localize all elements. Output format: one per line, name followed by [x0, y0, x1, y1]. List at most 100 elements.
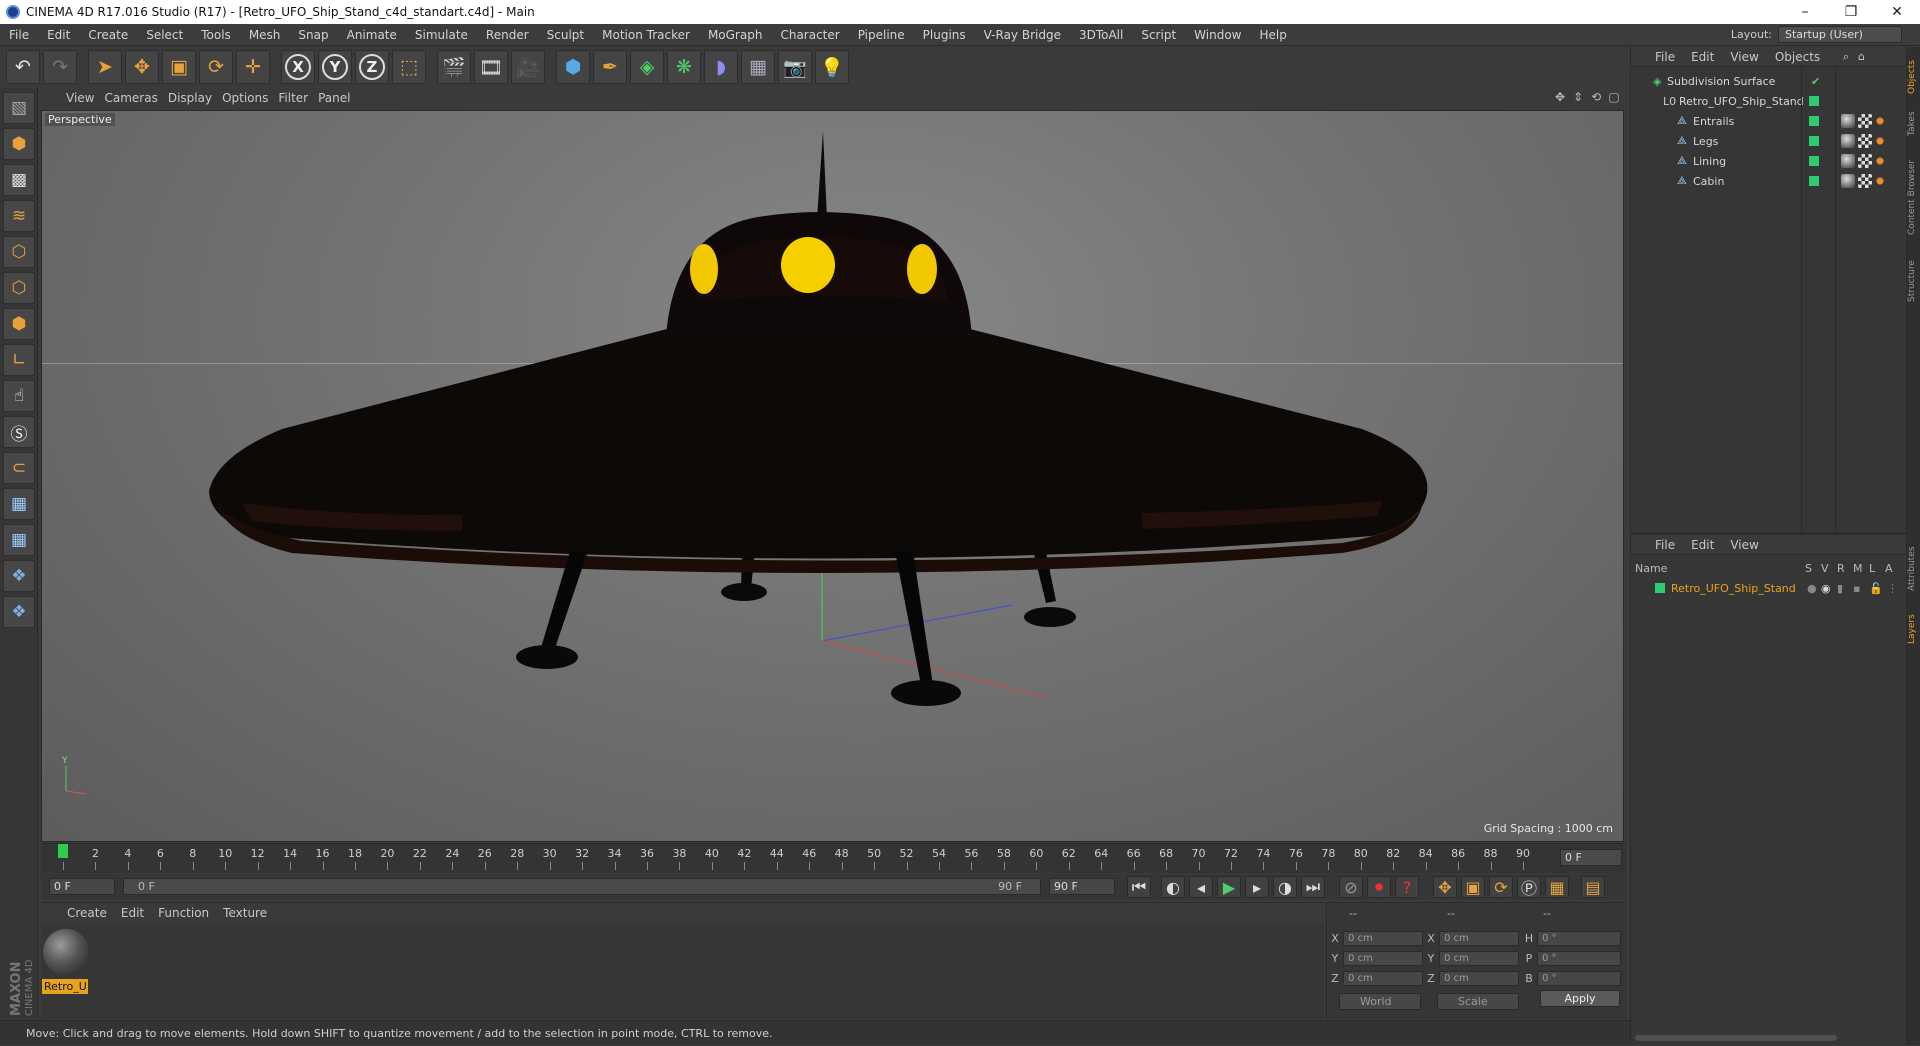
menu-plugins[interactable]: Plugins: [914, 28, 975, 42]
viewport-menu-display[interactable]: Display: [168, 91, 222, 105]
layer-name[interactable]: Retro_UFO_Ship_Stand: [1671, 582, 1796, 595]
object-row-lining[interactable]: ⟁ Lining: [1631, 151, 1906, 171]
side-tab-attributes[interactable]: Attributes: [1907, 537, 1920, 601]
workplane-mode-icon[interactable]: ≋: [3, 200, 35, 232]
phong-tag-icon[interactable]: [1875, 114, 1885, 128]
layers-menu-file[interactable]: File: [1655, 538, 1691, 552]
material-menu-create[interactable]: Create: [67, 906, 121, 920]
deformer-icon[interactable]: ◗: [704, 50, 738, 84]
model-mode-icon[interactable]: ⬢: [3, 128, 35, 160]
coord-rot-h-field[interactable]: 0 °: [1537, 931, 1621, 946]
polygons-mode-icon[interactable]: ⬢: [3, 308, 35, 340]
coord-space-select[interactable]: World: [1339, 993, 1421, 1010]
phong-tag-icon[interactable]: [1875, 174, 1885, 188]
menu-window[interactable]: Window: [1185, 28, 1250, 42]
home-icon[interactable]: ⌂: [1858, 50, 1865, 63]
layout-select[interactable]: Startup (User): [1778, 26, 1902, 43]
go-to-previous-key-icon[interactable]: ◐: [1161, 876, 1185, 898]
layer-color-swatch[interactable]: [1809, 156, 1819, 166]
material-tag-icon[interactable]: [1841, 114, 1855, 128]
material-menu-edit[interactable]: Edit: [121, 906, 158, 920]
go-to-next-key-icon[interactable]: ◑: [1273, 876, 1297, 898]
texture-mode-icon[interactable]: ▩: [3, 164, 35, 196]
menu-select[interactable]: Select: [137, 28, 192, 42]
python-script-icon[interactable]: ❖: [3, 596, 35, 628]
layer-row[interactable]: Retro_UFO_Ship_Stand ● ◉ ▮ ▪ 🔓 ⋮: [1631, 578, 1906, 598]
z-axis-lock-icon[interactable]: Z: [355, 50, 389, 84]
coordinate-system-icon[interactable]: ⬚: [392, 50, 426, 84]
apply-button[interactable]: Apply: [1540, 990, 1620, 1007]
coord-pos-y-field[interactable]: 0 cm: [1343, 951, 1423, 966]
menu-help[interactable]: Help: [1250, 28, 1295, 42]
object-row-entrails[interactable]: ⟁ Entrails: [1631, 111, 1906, 131]
python-icon[interactable]: ❖: [3, 560, 35, 592]
tweak-mode-icon[interactable]: ☝: [3, 380, 35, 412]
keyframe-selection-icon[interactable]: ?: [1395, 876, 1419, 898]
coord-size-z-field[interactable]: 0 cm: [1439, 971, 1519, 986]
viewport-menu-filter[interactable]: Filter: [278, 91, 318, 105]
timeline-ruler[interactable]: 0246810121416182022242628303234363840424…: [55, 844, 1555, 872]
viewport-move-icon[interactable]: ✥: [1553, 90, 1567, 104]
key-pla-icon[interactable]: ▦: [1545, 876, 1569, 898]
search-icon[interactable]: ⌕: [1843, 50, 1849, 64]
texture-tag-icon[interactable]: [1858, 174, 1872, 188]
play-icon[interactable]: ▶: [1217, 876, 1241, 898]
last-tool-icon[interactable]: ✛: [236, 50, 270, 84]
viewport-menu-view[interactable]: View: [66, 91, 104, 105]
menu-animate[interactable]: Animate: [338, 28, 406, 42]
texture-tag-icon[interactable]: [1858, 134, 1872, 148]
menu-mograph[interactable]: MoGraph: [699, 28, 772, 42]
viewport-rotate-icon[interactable]: ⟲: [1589, 90, 1603, 104]
menu-create[interactable]: Create: [79, 28, 137, 42]
coord-rot-b-field[interactable]: 0 °: [1537, 971, 1621, 986]
layer-color-swatch[interactable]: [1809, 176, 1819, 186]
workplane-lock-icon[interactable]: ▦: [3, 488, 35, 520]
floor-environment-icon[interactable]: ▦: [741, 50, 775, 84]
object-row-subdivision-surface[interactable]: ◈ Subdivision Surface ✔: [1631, 71, 1906, 91]
objects-menu-objects[interactable]: Objects: [1775, 50, 1836, 64]
axis-mode-icon[interactable]: ∟: [3, 344, 35, 376]
side-tab-structure[interactable]: Structure: [1907, 253, 1920, 309]
layer-color-swatch[interactable]: [1809, 116, 1819, 126]
layer-color-swatch[interactable]: [1809, 96, 1819, 106]
menu-file[interactable]: File: [0, 28, 38, 42]
viewport-menu-panel[interactable]: Panel: [318, 91, 360, 105]
viewport-zoom-icon[interactable]: ⇕: [1571, 90, 1585, 104]
object-row-cabin[interactable]: ⟁ Cabin: [1631, 171, 1906, 191]
material-tag-icon[interactable]: [1841, 154, 1855, 168]
undo-icon[interactable]: ↶: [6, 50, 40, 84]
edges-mode-icon[interactable]: ⬡: [3, 272, 35, 304]
coord-pos-z-field[interactable]: 0 cm: [1343, 971, 1423, 986]
maximize-button[interactable]: ❐: [1828, 0, 1874, 24]
menu-tools[interactable]: Tools: [192, 28, 240, 42]
menu-edit[interactable]: Edit: [38, 28, 79, 42]
3d-viewport[interactable]: Y Perspective Grid Spacing : 1000 cm: [41, 110, 1624, 842]
layers-menu-edit[interactable]: Edit: [1691, 538, 1730, 552]
points-mode-icon[interactable]: ⬡: [3, 236, 35, 268]
timeline-playhead[interactable]: [58, 844, 68, 872]
minimize-button[interactable]: –: [1782, 0, 1828, 24]
key-position-icon[interactable]: ✥: [1433, 876, 1457, 898]
cube-primitive-icon[interactable]: ⬢: [556, 50, 590, 84]
coord-size-x-field[interactable]: 0 cm: [1439, 931, 1519, 946]
move-tool-icon[interactable]: ✥: [125, 50, 159, 84]
objects-menu-edit[interactable]: Edit: [1691, 50, 1730, 64]
preview-range-slider[interactable]: 0 F 90 F: [123, 878, 1041, 895]
key-rotation-icon[interactable]: ⟳: [1489, 876, 1513, 898]
camera-icon[interactable]: 📷: [778, 50, 812, 84]
pen-spline-icon[interactable]: ✒: [593, 50, 627, 84]
key-parameter-icon[interactable]: Ⓟ: [1517, 876, 1541, 898]
scale-tool-icon[interactable]: ▣: [162, 50, 196, 84]
viewport-maximize-icon[interactable]: ▢: [1607, 90, 1621, 104]
workplane-rotate-icon[interactable]: ▦: [3, 524, 35, 556]
material-tag-icon[interactable]: [1841, 174, 1855, 188]
start-frame-field[interactable]: 0 F: [49, 878, 115, 895]
objects-menu-file[interactable]: File: [1655, 50, 1691, 64]
object-row-retro-ufo-ship-stand[interactable]: L0 Retro_UFO_Ship_Stand: [1631, 91, 1906, 111]
record-keys-icon[interactable]: ⊘: [1339, 876, 1363, 898]
manager-toggle-icon[interactable]: ▪: [1853, 582, 1860, 595]
texture-tag-icon[interactable]: [1858, 154, 1872, 168]
side-tab-takes[interactable]: Takes: [1907, 107, 1920, 141]
material-tag-icon[interactable]: [1841, 134, 1855, 148]
viewport-menu-options[interactable]: Options: [222, 91, 278, 105]
